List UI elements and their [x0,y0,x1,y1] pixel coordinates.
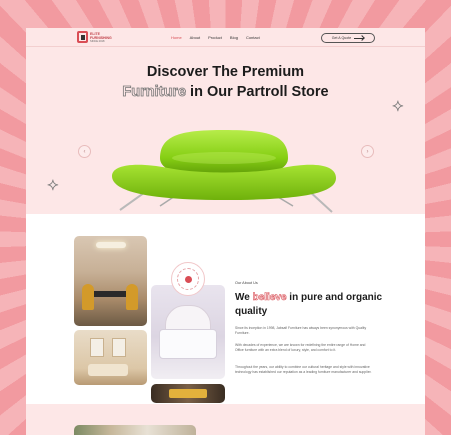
main-nav: Home About Product Blog Contact [171,35,260,40]
about-paragraph-1: Since its inception in 1998, Jabsafi Fur… [235,326,367,335]
about-eyebrow: Our About Us [235,281,258,285]
sparkle-icon: ✦ [392,98,405,115]
chevron-left-icon: ‹ [83,148,86,155]
nav-home[interactable]: Home [171,35,182,40]
about-paragraph-3: Throughout the years, our ability to com… [235,365,372,374]
nav-blog[interactable]: Blog [230,35,238,40]
lounge-photo [151,384,225,403]
next-section [26,404,425,435]
chevron-right-icon: › [366,148,369,155]
get-quote-label: Get A Quote [331,36,352,40]
about-outline-word: believe [252,292,287,304]
badge-dot-icon [185,276,192,283]
logo-mark-icon [77,31,88,43]
slider-prev-button[interactable]: ‹ [78,145,91,158]
slider-next-button[interactable]: › [361,145,374,158]
page: ELITE FURNISHING SINCE 2018 Home About P… [26,28,425,435]
bedroom-photo [151,285,225,379]
logo-sub: SINCE 2018 [90,40,105,43]
nav-contact[interactable]: Contact [246,35,260,40]
green-sofa-image [112,130,336,213]
sparkle-icon: ✦ [47,177,60,194]
arrow-right-icon [354,37,365,39]
about-paragraph-2: With decades of experience, we are known… [235,343,366,352]
get-quote-button[interactable]: Get A Quote [321,33,375,43]
hero-title-line2: Furniture in Our Partroll Store [26,83,425,101]
dining-room-photo [74,236,147,326]
living-room-photo [74,330,147,385]
rotating-badge [171,262,205,296]
about-title-pre: We [235,292,253,303]
logo[interactable]: ELITE FURNISHING SINCE 2018 [77,30,113,45]
nav-product[interactable]: Product [208,35,222,40]
nav-about[interactable]: About [190,35,200,40]
hero-title-line1: Discover The Premium [146,64,305,80]
hero-section: Discover The Premium Furniture in Our Pa… [26,47,425,214]
about-section: Our About Us We believe in pure and orga… [26,214,425,433]
section-image-peek [74,425,196,435]
hero-title-rest: in Our Partroll Store [186,84,329,100]
hero-outline-word: Furniture [122,84,187,101]
site-header: ELITE FURNISHING SINCE 2018 Home About P… [26,28,425,47]
about-title: We believe in pure and organic quality [235,291,385,319]
